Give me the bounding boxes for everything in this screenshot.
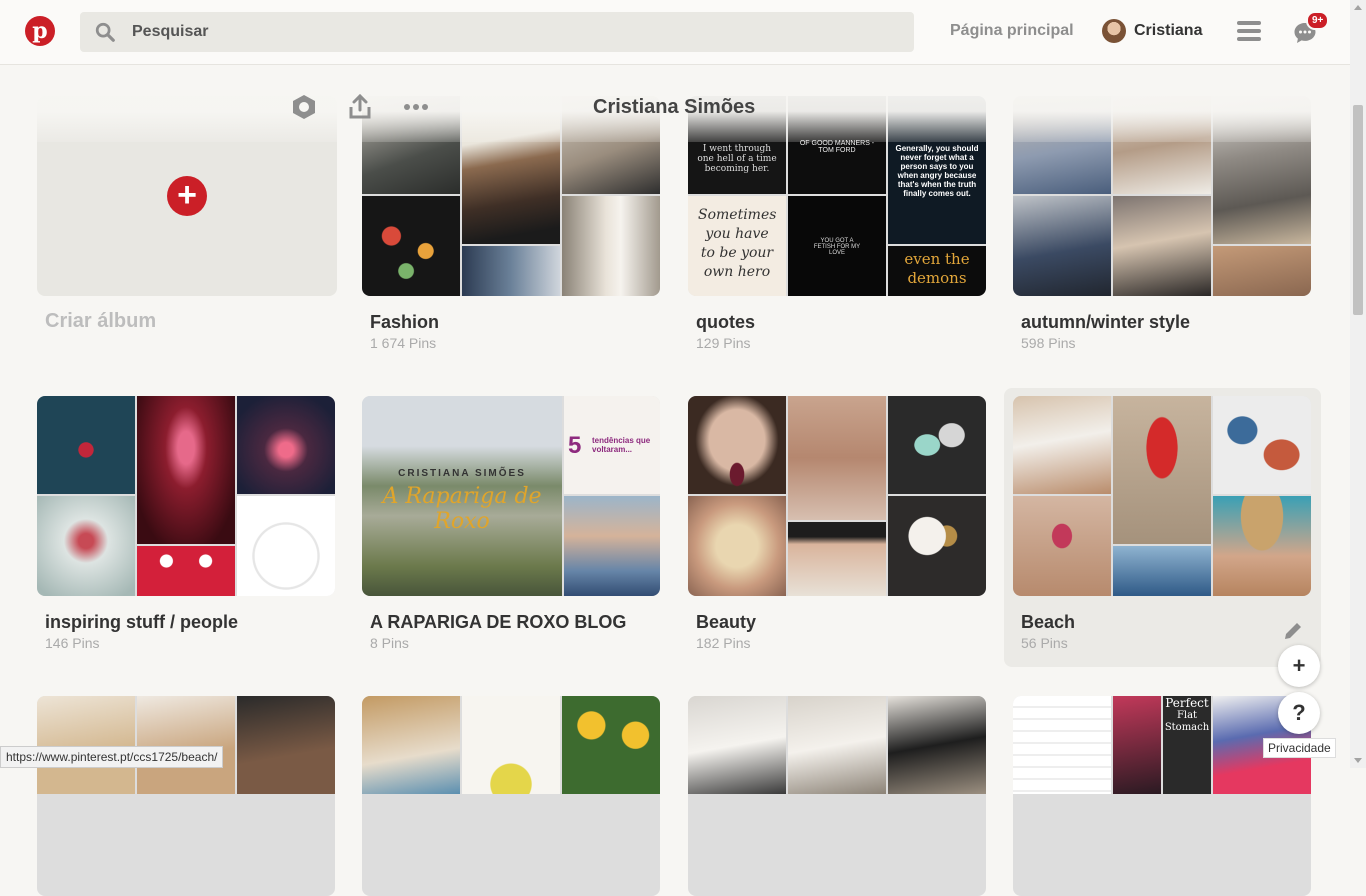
pin-thumbnail [1113, 696, 1161, 794]
pin-thumbnail [137, 396, 235, 544]
pin-thumbnail: YOU GOT A FETISH FOR MY LOVE [788, 196, 886, 296]
pin-thumbnail [37, 696, 135, 794]
pin-thumbnail [1113, 396, 1211, 544]
pin-thumbnail [1013, 496, 1111, 596]
board-card-beach[interactable]: Beach 56 Pins [1013, 396, 1311, 651]
board-card-row3-2[interactable] [362, 696, 660, 896]
search-input[interactable] [132, 12, 892, 52]
pin-thumbnail [888, 696, 986, 794]
page-scrollbar[interactable] [1350, 0, 1366, 768]
pin-thumbnail [237, 396, 335, 494]
user-name: Cristiana [1134, 22, 1203, 39]
board-title: Fashion [370, 312, 440, 332]
board-pin-count: 1 674 Pins [370, 335, 437, 351]
menu-icon[interactable] [1237, 21, 1261, 43]
pin-thumbnail [562, 696, 660, 794]
board-pin-count: 598 Pins [1021, 335, 1076, 351]
pin-thumbnail [688, 396, 786, 494]
home-link[interactable]: Página principal [950, 22, 1074, 40]
board-cover[interactable] [37, 696, 335, 896]
pin-thumbnail [237, 496, 335, 596]
pinterest-logo[interactable]: p [25, 16, 55, 46]
pin-thumbnail [888, 496, 986, 596]
pin-thumbnail [462, 696, 560, 794]
board-card-row3-1[interactable] [37, 696, 335, 896]
pin-thumbnail [1113, 546, 1211, 596]
pin-thumbnail [1213, 396, 1311, 494]
board-cover[interactable] [37, 396, 335, 596]
board-cover[interactable]: Perfect Flat Stomach [1013, 696, 1311, 896]
board-title: autumn/winter style [1021, 312, 1191, 332]
board-cover[interactable] [362, 696, 660, 896]
pin-thumbnail [1013, 396, 1111, 494]
edit-pencil-icon[interactable] [1282, 620, 1304, 642]
pin-thumbnail [237, 696, 335, 794]
scroll-up-icon[interactable] [1354, 5, 1362, 10]
pin-thumbnail: Perfect Flat Stomach [1163, 696, 1211, 794]
profile-link[interactable]: Cristiana [1102, 19, 1202, 43]
scroll-down-icon[interactable] [1354, 758, 1362, 763]
board-title: Beach [1021, 612, 1076, 632]
board-card-beauty[interactable]: Beauty 182 Pins [688, 396, 986, 651]
board-card-a-rapariga-de-roxo-blog[interactable]: CRISTIANA SIMÕES A Rapariga de Roxo 5 te… [362, 396, 660, 651]
pin-thumbnail: CRISTIANA SIMÕES A Rapariga de Roxo [362, 396, 562, 596]
pin-thumbnail [362, 196, 460, 296]
add-icon[interactable]: + [167, 176, 207, 216]
pin-thumbnail [1213, 496, 1311, 596]
pin-thumbnail: 5 tendências que voltaram... [564, 396, 660, 494]
pin-thumbnail [888, 396, 986, 494]
pin-thumbnail [1013, 696, 1111, 794]
pin-thumbnail [37, 496, 135, 596]
pin-thumbnail [564, 496, 660, 596]
help-button[interactable]: ? [1278, 692, 1320, 734]
board-title: Beauty [696, 612, 757, 632]
pin-thumbnail [788, 696, 886, 794]
board-cover[interactable] [688, 396, 986, 596]
scroll-thumb[interactable] [1353, 105, 1363, 315]
browser-status-url: https://www.pinterest.pt/ccs1725/beach/ [0, 746, 224, 768]
pin-thumbnail [1113, 196, 1211, 296]
messages-badge: 9+ [1306, 11, 1330, 30]
settings-hexagon-icon[interactable] [290, 93, 318, 121]
board-pin-count: 129 Pins [696, 335, 751, 351]
board-pin-count: 146 Pins [45, 635, 100, 651]
board-pin-count: 8 Pins [370, 635, 409, 651]
pin-thumbnail [137, 546, 235, 596]
board-pin-count: 56 Pins [1021, 635, 1068, 651]
board-cover[interactable]: CRISTIANA SIMÕES A Rapariga de Roxo 5 te… [362, 396, 660, 596]
pin-thumbnail [462, 246, 560, 296]
profile-title: Cristiana Simões [593, 96, 756, 118]
board-card-inspiring-stuff-people[interactable]: inspiring stuff / people 146 Pins [37, 396, 335, 651]
board-card-row3-4[interactable]: Perfect Flat Stomach [1013, 696, 1311, 896]
pin-thumbnail [788, 522, 886, 596]
board-cover[interactable] [1013, 396, 1311, 596]
pin-thumbnail [562, 196, 660, 296]
add-pin-button[interactable]: + [1278, 645, 1320, 687]
pin-thumbnail [137, 696, 235, 794]
pin-thumbnail [788, 396, 886, 520]
share-icon[interactable] [346, 93, 374, 121]
pin-thumbnail: Sometimes you have to be your own hero [688, 196, 786, 296]
board-pin-count: 182 Pins [696, 635, 751, 651]
top-navigation-bar: p Página principal Cristiana 9+ [0, 0, 1350, 65]
search-bar[interactable] [80, 12, 914, 52]
board-cover[interactable] [688, 696, 986, 896]
pin-thumbnail [688, 696, 786, 794]
board-title: quotes [696, 312, 756, 332]
board-title: A RAPARIGA DE ROXO BLOG [370, 612, 627, 632]
search-icon [95, 22, 115, 42]
profile-actions [290, 93, 430, 121]
avatar [1102, 19, 1126, 43]
pin-thumbnail [37, 396, 135, 494]
pin-thumbnail: even the demons [888, 246, 986, 296]
pin-thumbnail [362, 696, 460, 794]
board-title: inspiring stuff / people [45, 612, 238, 632]
create-album-label: Criar álbum [45, 310, 157, 332]
pin-thumbnail [1213, 246, 1311, 296]
more-options-icon[interactable] [402, 93, 430, 121]
privacy-tooltip[interactable]: Privacidade [1263, 738, 1336, 758]
board-card-row3-3[interactable] [688, 696, 986, 896]
pin-thumbnail [1013, 196, 1111, 296]
pin-thumbnail [688, 496, 786, 596]
